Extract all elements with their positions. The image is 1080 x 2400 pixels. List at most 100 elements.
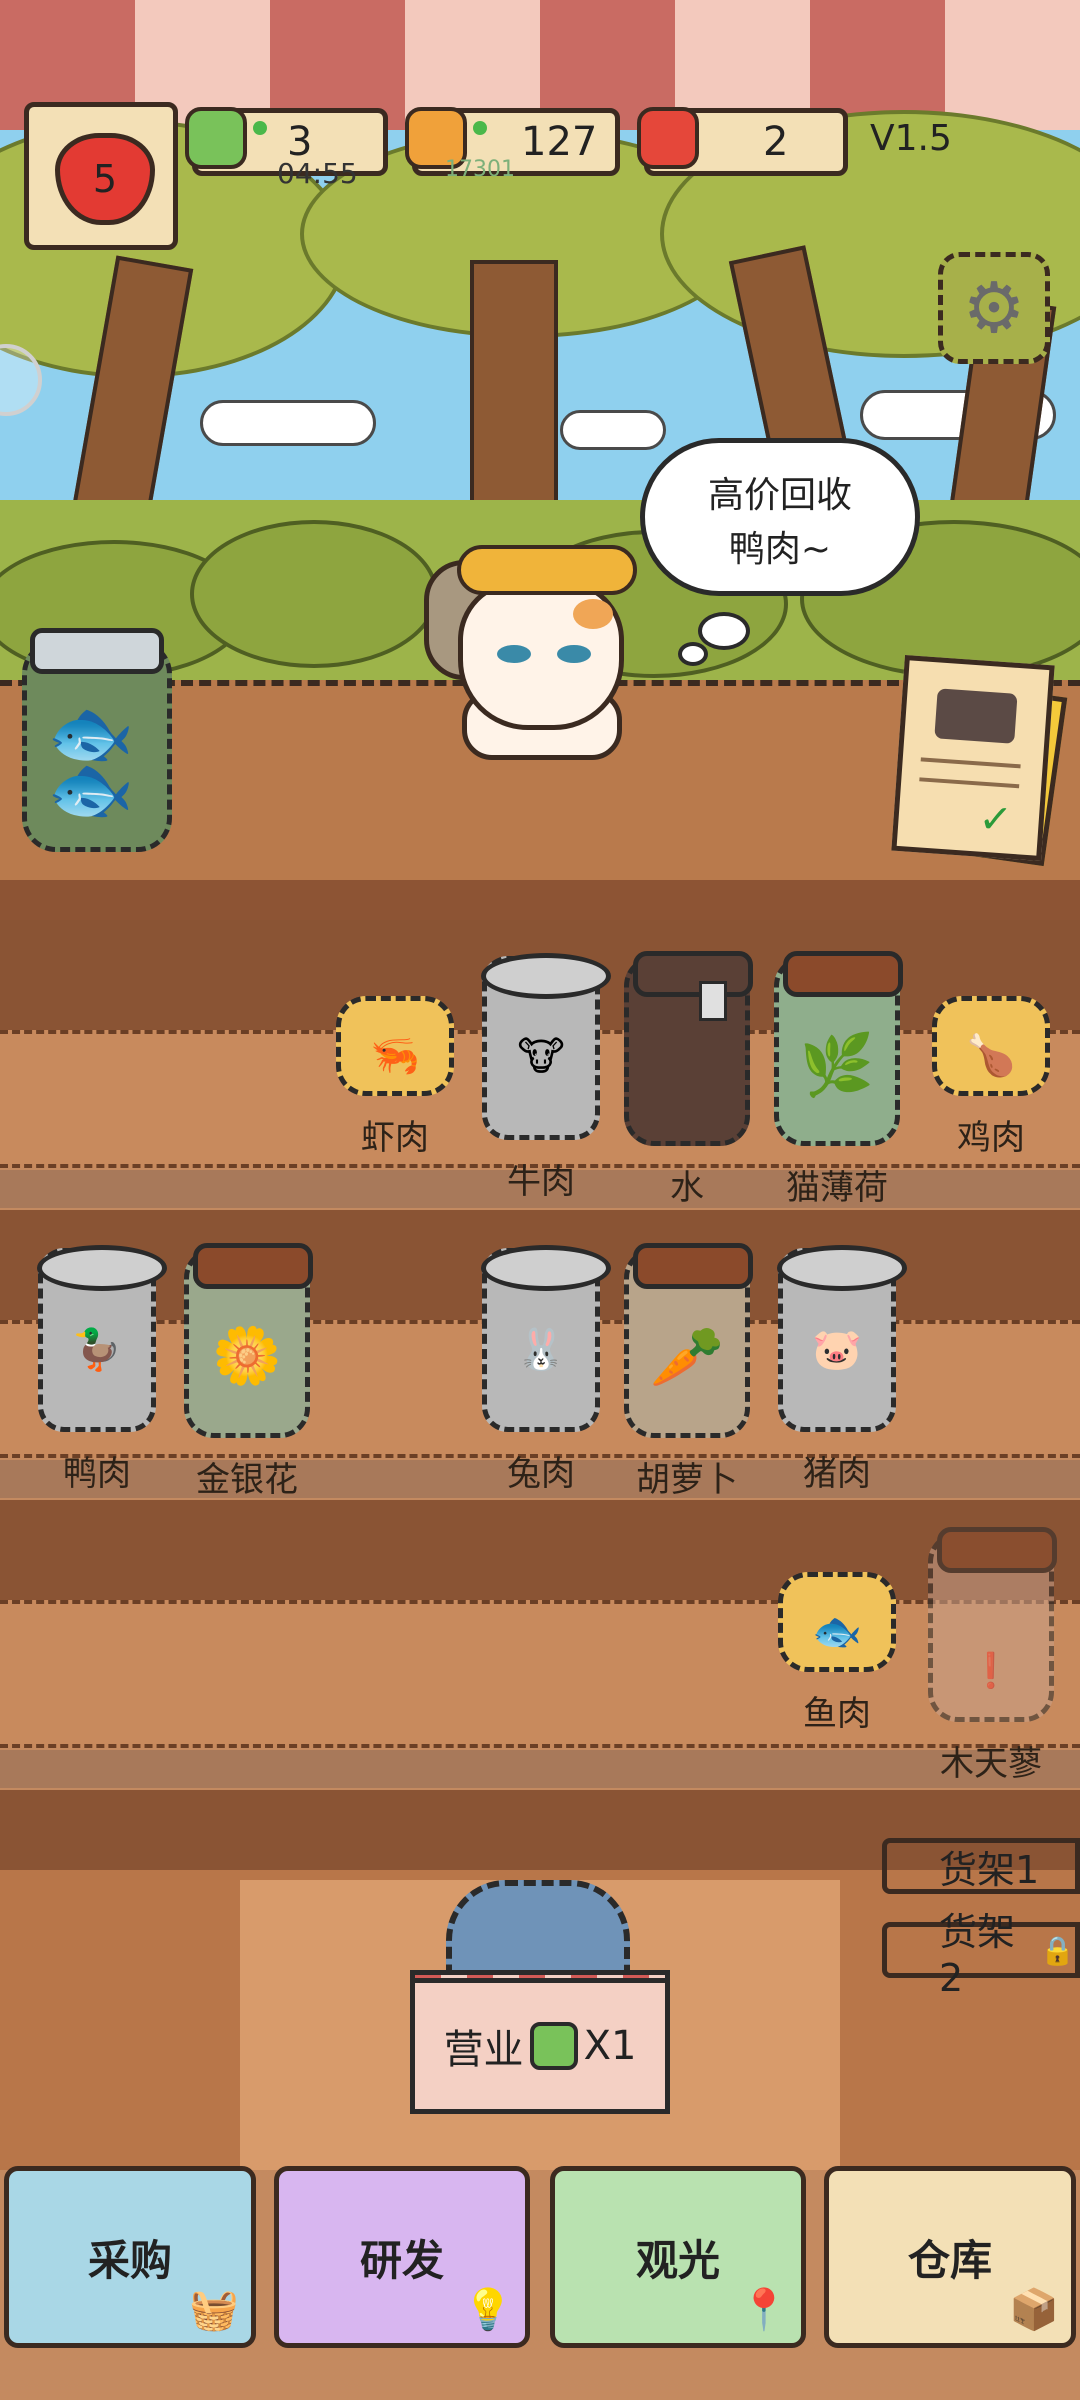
nav-warehouse-label: 仓库 (907, 2235, 992, 2285)
chicken-can: 🍗 (932, 996, 1050, 1096)
fish-currency-counter[interactable]: 127 17301 (405, 107, 620, 182)
honeysuckle-jar: 🌼 (184, 1243, 313, 1438)
item-label: 虾肉 (361, 1118, 429, 1158)
item-honeysuckle[interactable]: 🌼 金银花 (172, 1243, 322, 1501)
item-label: 鸭肉 (63, 1454, 131, 1494)
lock-icon: 🔒 (1040, 1933, 1075, 1967)
catnip-icon: 🌿 (799, 1030, 875, 1101)
heart-icon: 5 (55, 133, 155, 225)
item-fish[interactable]: 🐟 鱼肉 (762, 1532, 912, 1735)
open-label: 营业 (443, 2027, 524, 2073)
cloud (200, 400, 376, 446)
item-rabbit[interactable]: 🐰 兔肉 (466, 1245, 616, 1495)
rabbit-icon: 🐰 (516, 1326, 566, 1373)
open-multiplier: X1 (583, 2023, 637, 2069)
locked-exclamation-icon: ❗ (969, 1651, 1013, 1691)
cloud (560, 410, 666, 450)
open-business-button[interactable]: 营业 X1 (410, 1978, 670, 2114)
bubble-dot (678, 642, 708, 666)
carrot-icon: 🥕 (649, 1322, 725, 1393)
version-label: V1.5 (870, 118, 952, 159)
item-pork[interactable]: 🐷 猪肉 (762, 1245, 912, 1495)
speech-line-1: 高价回收 (707, 475, 852, 516)
lightbulb-icon: 💡 (463, 2287, 513, 2333)
energy-leaf-icon (529, 2022, 578, 2070)
nav-purchase-label: 采购 (87, 2235, 172, 2285)
cat-shopkeeper[interactable] (457, 545, 637, 730)
map-pin-icon: 📍 (739, 2287, 789, 2333)
nav-warehouse-button[interactable]: 仓库 📦 (824, 2166, 1076, 2348)
counter-edge (0, 880, 1080, 920)
energy-leaf-icon (185, 107, 247, 169)
honeysuckle-icon: 🌼 (212, 1324, 282, 1390)
cat-eye (497, 645, 531, 663)
energy-timer: 04:55 (277, 157, 358, 190)
fish-icon: 🐟 (812, 1608, 862, 1655)
fish-sub-value: 17301 (445, 157, 515, 182)
item-label: 木天蓼 (940, 1744, 1042, 1784)
cow-icon: 🐮 (517, 1034, 565, 1081)
duck-can: 🦆 (37, 1245, 167, 1432)
add-icon[interactable] (253, 121, 267, 135)
hearts-panel[interactable]: 5 (24, 102, 178, 250)
nav-research-button[interactable]: 研发 💡 (274, 2166, 530, 2348)
item-carrot[interactable]: 🥕 胡萝卜 (612, 1243, 762, 1501)
add-icon[interactable] (473, 121, 487, 135)
flower-crown (457, 545, 637, 595)
duck-icon: 🦆 (72, 1326, 122, 1373)
item-label: 牛肉 (507, 1162, 575, 1202)
ticket-value: 2 (763, 119, 789, 165)
fish-value: 127 (521, 119, 598, 165)
pig-icon: 🐷 (812, 1326, 862, 1373)
rack-2-label: 货架2 (939, 1909, 1016, 2000)
shrimp-can: 🦐 (336, 996, 454, 1096)
ticket-counter[interactable]: 2 (637, 107, 848, 176)
fish-jar-lid (30, 628, 164, 674)
nav-purchase-button[interactable]: 采购 🧺 (4, 2166, 256, 2348)
game-scene: 🐟 🐟 高价回收 鸭肉~ ✓ 5 3 04:55 127 17301 2 V1.… (0, 0, 1080, 2400)
item-water[interactable]: 水 (612, 951, 762, 1209)
catnip-jar: 🌿 (774, 951, 903, 1146)
settings-button[interactable]: ⚙ (938, 252, 1050, 364)
nav-sightseeing-button[interactable]: 观光 📍 (550, 2166, 806, 2348)
rabbit-can: 🐰 (481, 1245, 611, 1432)
cat-eye (557, 645, 591, 663)
ticket-icon (637, 107, 699, 169)
item-label: 水 (670, 1168, 704, 1208)
item-label: 金银花 (196, 1460, 298, 1500)
calendar-button[interactable]: ✓ (891, 655, 1055, 861)
item-shrimp[interactable]: 🦐 虾肉 (320, 956, 470, 1159)
rack-1-tab[interactable]: 货架1 (882, 1838, 1080, 1894)
item-silvervine-locked[interactable]: ❗ 木天蓼 (916, 1527, 1066, 1785)
nav-research-label: 研发 (359, 2235, 444, 2285)
fish-icon: 🐟 🐟 (47, 692, 135, 830)
gear-icon: ⚙ (962, 267, 1026, 349)
rack-2-tab[interactable]: 货架2 🔒 (882, 1910, 1080, 2000)
item-catnip[interactable]: 🌿 猫薄荷 (762, 951, 912, 1209)
energy-counter[interactable]: 3 04:55 (185, 107, 388, 190)
box-icon: 📦 (1009, 2287, 1059, 2333)
fish-can: 🐟 (778, 1572, 896, 1672)
bubble-dot (698, 612, 750, 650)
pork-can: 🐷 (777, 1245, 907, 1432)
item-label: 鱼肉 (803, 1694, 871, 1734)
item-label: 鸡肉 (957, 1118, 1025, 1158)
item-duck[interactable]: 🦆 鸭肉 (22, 1245, 172, 1495)
cat-patch (573, 599, 613, 629)
item-label: 兔肉 (507, 1454, 575, 1494)
rack-1-label: 货架1 (939, 1847, 1040, 1892)
item-chicken[interactable]: 🍗 鸡肉 (916, 956, 1066, 1159)
shrimp-icon: 🦐 (370, 1032, 420, 1079)
water-jar (624, 951, 753, 1146)
item-label: 猪肉 (803, 1454, 871, 1494)
carrot-jar: 🥕 (624, 1243, 753, 1438)
silvervine-jar: ❗ (928, 1527, 1057, 1722)
bush (190, 520, 438, 668)
hearts-count: 5 (92, 157, 118, 201)
water-tag-icon (699, 981, 727, 1021)
speech-line-2: 鸭肉~ (728, 529, 832, 570)
speech-bubble: 高价回收 鸭肉~ (640, 438, 920, 596)
item-beef[interactable]: 🐮 牛肉 (466, 953, 616, 1203)
checkmark-icon: ✓ (977, 795, 1014, 844)
nav-sightseeing-label: 观光 (635, 2235, 720, 2285)
